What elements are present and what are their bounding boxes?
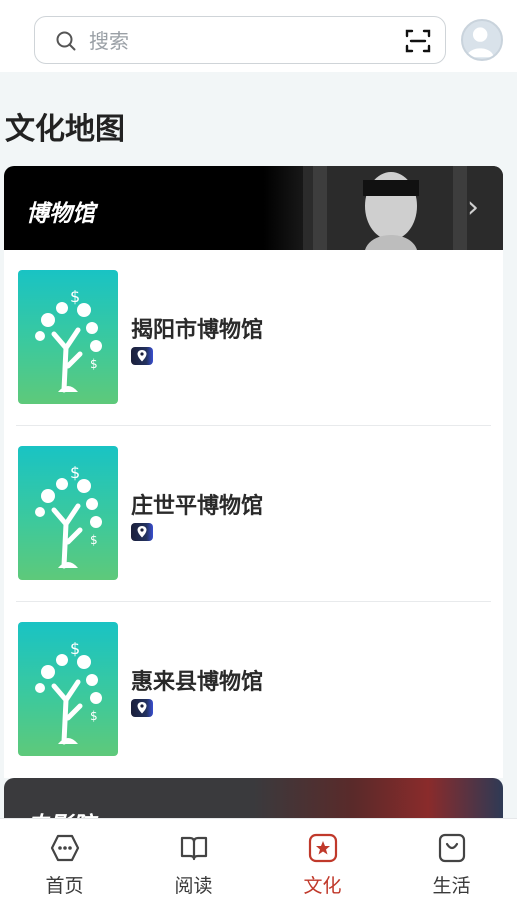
museum-name: 惠来县博物馆: [131, 670, 264, 695]
svg-text:$: $: [90, 709, 98, 723]
tab-life[interactable]: 生活: [387, 819, 516, 898]
chevron-right-icon[interactable]: ›: [467, 190, 479, 226]
museum-thumbnail: $ $: [18, 622, 118, 756]
tab-label: 生活: [432, 875, 471, 897]
tab-label: 阅读: [174, 875, 213, 897]
location-icon[interactable]: [131, 699, 153, 717]
list-item[interactable]: $ $ 惠来县博物馆: [4, 602, 503, 778]
svg-text:$: $: [90, 533, 98, 547]
tab-culture[interactable]: 文化: [258, 819, 387, 898]
museum-name: 庄世平博物馆: [131, 494, 264, 519]
location-icon[interactable]: [131, 523, 153, 541]
tab-bar: 首页 阅读 文化 生活: [0, 818, 517, 898]
svg-text:$: $: [70, 463, 80, 482]
museum-banner[interactable]: 博物馆 ›: [4, 166, 503, 250]
user-icon: [466, 27, 494, 58]
bag-icon: [438, 833, 465, 863]
tab-home[interactable]: 首页: [0, 819, 129, 898]
cinema-banner[interactable]: 电影院: [4, 778, 503, 818]
money-tree-icon: $ $: [35, 287, 102, 393]
list-item[interactable]: $ $ 庄世平博物馆: [4, 426, 503, 602]
museum-name: 揭阳市博物馆: [131, 318, 264, 343]
star-icon: [308, 833, 337, 863]
search-input[interactable]: [87, 27, 391, 55]
avatar[interactable]: [461, 19, 503, 61]
tab-label: 首页: [45, 875, 84, 897]
home-icon: [50, 834, 79, 862]
tab-reading[interactable]: 阅读: [129, 819, 258, 898]
tab-label: 文化: [303, 875, 342, 897]
list-item[interactable]: $ $ 揭阳市博物馆: [4, 250, 503, 426]
museum-card: 博物馆 › $ $ 揭阳市博物馆 $ $ 庄世平博物馆 $ $ 惠来县博物馆: [4, 166, 503, 778]
location-icon[interactable]: [131, 347, 153, 365]
museum-thumbnail: $ $: [18, 270, 118, 404]
cinema-banner-title: 电影院: [26, 806, 95, 818]
svg-text:$: $: [70, 287, 80, 306]
money-tree-icon: $ $: [35, 639, 102, 745]
museum-thumbnail: $ $: [18, 446, 118, 580]
page-title: 文化地图: [5, 112, 125, 147]
top-bar: [0, 0, 517, 72]
money-tree-icon: $ $: [35, 463, 102, 569]
scan-icon[interactable]: [405, 28, 431, 54]
search-icon: [56, 31, 76, 51]
svg-text:$: $: [90, 357, 98, 371]
book-icon: [180, 836, 207, 861]
museum-list: $ $ 揭阳市博物馆 $ $ 庄世平博物馆 $ $ 惠来县博物馆: [4, 250, 503, 778]
search-box[interactable]: [34, 16, 446, 64]
svg-text:$: $: [70, 639, 80, 658]
museum-banner-title: 博物馆: [26, 201, 95, 227]
